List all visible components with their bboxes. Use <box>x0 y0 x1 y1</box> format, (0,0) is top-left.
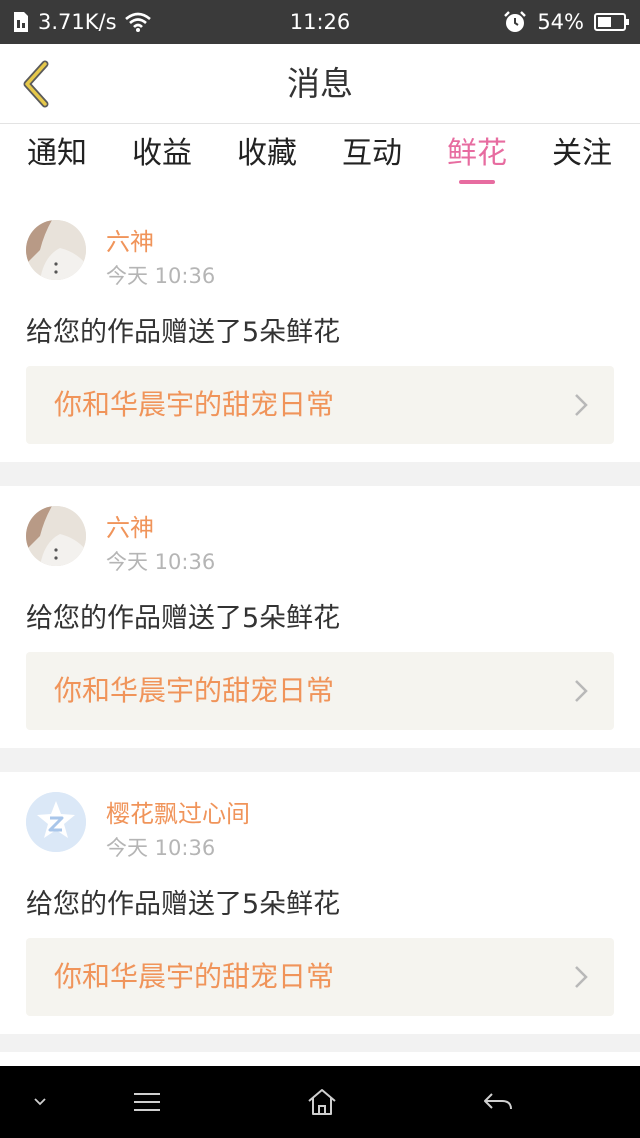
active-tab-indicator <box>459 180 495 184</box>
sender-name[interactable]: 六神 <box>106 508 154 543</box>
avatar[interactable] <box>26 792 86 852</box>
status-right: 54% <box>503 0 630 44</box>
work-title: 你和华晨宇的甜宠日常 <box>54 960 335 993</box>
timestamp: 今天 10:36 <box>106 550 216 574</box>
home-icon <box>308 1089 336 1115</box>
back-arrow-icon <box>484 1093 512 1110</box>
tab-flowers-label: 鲜花 <box>447 136 507 171</box>
photo-avatar-icon <box>26 506 86 566</box>
timestamp: 今天 10:36 <box>106 836 216 860</box>
page-title: 消息 <box>287 64 353 103</box>
tab-earnings[interactable]: 收益 <box>109 124 215 200</box>
work-title: 你和华晨宇的甜宠日常 <box>54 388 335 421</box>
tab-notifications[interactable]: 通知 <box>4 124 110 200</box>
hide-nav-button[interactable] <box>20 1066 60 1138</box>
message-text: 给您的作品赠送了5朵鲜花 <box>26 889 341 920</box>
message-text: 给您的作品赠送了5朵鲜花 <box>26 603 341 634</box>
timestamp: 今天 10:36 <box>106 264 216 288</box>
tab-flowers[interactable]: 鲜花 <box>424 124 530 200</box>
work-link[interactable]: 你和华晨宇的甜宠日常 <box>26 938 614 1016</box>
avatar[interactable] <box>26 506 86 566</box>
battery-icon <box>594 12 630 32</box>
tab-interactions[interactable]: 互动 <box>319 124 425 200</box>
message-card: 六神 今天 10:36 给您的作品赠送了5朵鲜花 你和华晨宇的甜宠日常 <box>0 200 640 462</box>
sender-name[interactable]: 樱花飘过心间 <box>106 794 250 829</box>
chevron-right-icon <box>575 680 588 702</box>
home-button[interactable] <box>296 1066 348 1138</box>
navigation-bar <box>0 1066 640 1138</box>
menu-icon <box>134 1093 160 1111</box>
photo-avatar-icon <box>26 220 86 280</box>
avatar[interactable] <box>26 220 86 280</box>
tab-following[interactable]: 关注 <box>529 124 635 200</box>
chevron-right-icon <box>575 966 588 988</box>
header-bar: 消息 <box>0 44 640 124</box>
sender-name[interactable]: 六神 <box>106 222 154 257</box>
tab-bar: 通知 收益 收藏 互动 鲜花 关注 <box>0 124 640 200</box>
menu-button[interactable] <box>122 1066 172 1138</box>
work-title: 你和华晨宇的甜宠日常 <box>54 674 335 707</box>
message-text: 给您的作品赠送了5朵鲜花 <box>26 317 341 348</box>
status-bar: 3.71K/s 11:26 54% <box>0 0 640 44</box>
alarm-icon <box>503 10 527 34</box>
work-link[interactable]: 你和华晨宇的甜宠日常 <box>26 366 614 444</box>
chevron-right-icon <box>575 394 588 416</box>
message-card: 六神 今天 10:36 给您的作品赠送了5朵鲜花 你和华晨宇的甜宠日常 <box>0 486 640 748</box>
tab-favorites[interactable]: 收藏 <box>214 124 320 200</box>
message-card: 樱花飘过心间 今天 10:36 给您的作品赠送了5朵鲜花 你和华晨宇的甜宠日常 <box>0 772 640 1034</box>
back-nav-button[interactable] <box>472 1066 524 1138</box>
default-avatar-icon <box>26 792 86 852</box>
battery-percent: 54% <box>537 10 584 34</box>
chevron-down-icon <box>34 1098 46 1106</box>
work-link[interactable]: 你和华晨宇的甜宠日常 <box>26 652 614 730</box>
